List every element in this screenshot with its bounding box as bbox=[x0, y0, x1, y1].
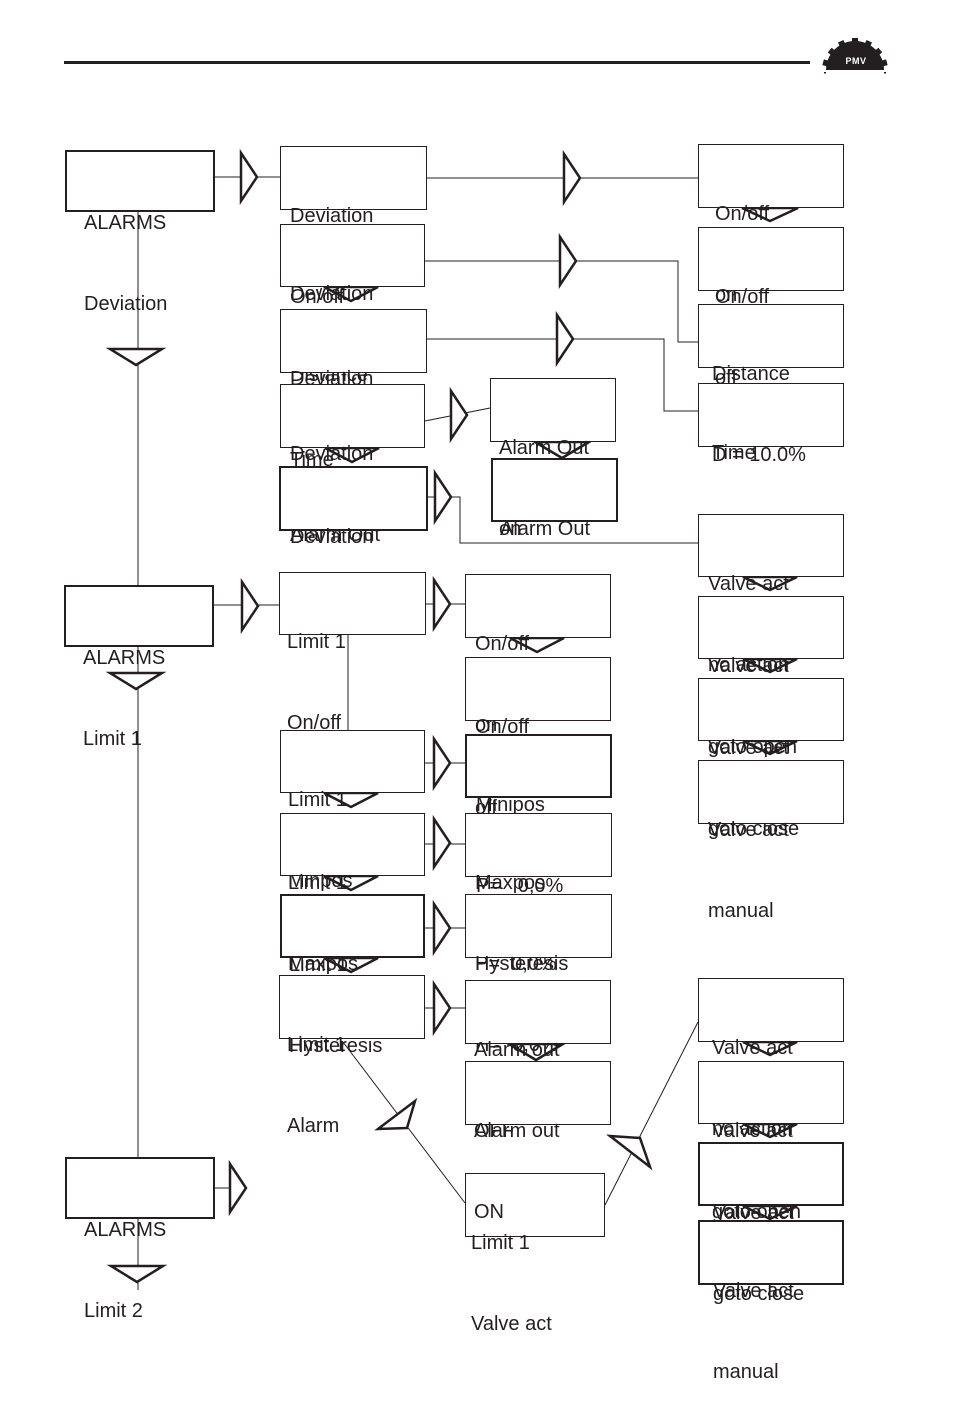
l1-valve-goto-close-box[interactable]: Valve act goto close bbox=[698, 1142, 844, 1305]
dev-alarm-out-off-box[interactable]: Alarm Out off bbox=[491, 458, 618, 621]
box-line-1: Maxpos bbox=[475, 872, 546, 894]
dev-valve-goto-close-box[interactable]: Valve act goto close bbox=[698, 678, 844, 840]
box-line-1: ALARMS bbox=[84, 1219, 167, 1241]
box-line-1: Limit 1 bbox=[288, 789, 347, 811]
l1-hysteresis-value-box[interactable]: Hysteresis H= 0,0% bbox=[465, 894, 612, 1056]
deviation-valve-act-box[interactable]: Deviation Valve act bbox=[279, 466, 428, 629]
arrow-right-icon bbox=[555, 310, 575, 368]
box-line-1: Deviation bbox=[290, 443, 374, 465]
limit1-hysteresis-box[interactable]: Limit 1 Hysteresis bbox=[280, 894, 425, 1057]
limit1-onoff-box[interactable]: Limit 1 On/off bbox=[279, 572, 426, 734]
arrow-right-icon bbox=[228, 1159, 248, 1217]
dev-onoff-off-box[interactable]: On/off off bbox=[698, 227, 844, 389]
arrow-right-icon bbox=[562, 149, 582, 207]
limit1-alarm-box[interactable]: Limit 1 Alarm bbox=[279, 975, 425, 1137]
dev-time-value-box[interactable]: Time T=0.00s bbox=[698, 383, 844, 545]
box-line-2: Limit 2 bbox=[84, 1300, 143, 1322]
limit1-minpos-box[interactable]: Limit 1 Minpos bbox=[280, 730, 425, 892]
arrow-right-icon bbox=[449, 386, 469, 444]
box-line-2: Alarm bbox=[287, 1115, 340, 1137]
deviation-alarm-out-box[interactable]: Deviation Alarm Out bbox=[280, 384, 425, 546]
arrow-right-icon bbox=[239, 148, 259, 206]
alarms-deviation-box[interactable]: ALARMS Deviation bbox=[65, 150, 215, 315]
arrow-right-icon bbox=[558, 232, 578, 290]
box-line-2: Valve act bbox=[471, 1313, 552, 1335]
dev-alarm-out-on-box[interactable]: Alarm Out on bbox=[490, 378, 616, 540]
box-line-1: Valve act bbox=[712, 1037, 793, 1059]
box-line-1: ALARMS bbox=[83, 647, 166, 669]
l1-alarm-off-box[interactable]: Alarm out OFF bbox=[465, 980, 611, 1142]
box-line-1: Valve act bbox=[708, 573, 789, 595]
arrow-down-icon bbox=[105, 347, 167, 367]
alarms-limit1-box[interactable]: ALARMS Limit 1 bbox=[64, 585, 214, 750]
l1-minipos-value-box[interactable]: Minipos P= 0,0% bbox=[465, 734, 612, 897]
box-line-1: Limit 1 bbox=[287, 631, 346, 653]
box-line-1: Alarm out bbox=[474, 1039, 560, 1061]
deviation-onoff-box[interactable]: Deviation On/off bbox=[280, 146, 427, 308]
dev-valve-no-action-box[interactable]: Valve act no action bbox=[698, 514, 844, 676]
l1-valve-goto-open-box[interactable]: Valve act goto open bbox=[698, 1061, 844, 1223]
alarms-limit2-box[interactable]: ALARMS Limit 2 bbox=[65, 1157, 215, 1322]
l1-onoff-off-box[interactable]: On/off off bbox=[465, 657, 611, 819]
limit1-maxpos-box[interactable]: Limit 1 Maxpos bbox=[280, 813, 425, 975]
box-line-1: On/off bbox=[475, 633, 530, 655]
box-line-2: manual bbox=[713, 1361, 779, 1383]
arrow-right-icon bbox=[432, 575, 452, 633]
box-line-2: ON bbox=[474, 1201, 504, 1223]
box-line-1: Alarm out bbox=[474, 1120, 560, 1142]
dev-valve-manual-box[interactable]: Valve act manual bbox=[698, 760, 844, 922]
arrow-right-icon bbox=[433, 468, 453, 526]
dev-onoff-on-box[interactable]: On/off on bbox=[698, 144, 844, 306]
box-line-1: Time bbox=[712, 442, 756, 464]
box-line-2: manual bbox=[708, 900, 774, 922]
connector-line bbox=[604, 1021, 699, 1206]
box-line-1: Limit 1 bbox=[288, 872, 347, 894]
box-line-1: Valve act bbox=[708, 819, 789, 841]
box-line-1: Deviation bbox=[290, 526, 374, 548]
box-line-1: Valve act bbox=[713, 1280, 794, 1302]
l1-valve-manual-box[interactable]: Valve act manual bbox=[698, 1220, 844, 1383]
box-line-2: Limit 1 bbox=[83, 728, 142, 750]
box-line-1: Valve act bbox=[708, 655, 789, 677]
arrow-right-icon bbox=[240, 577, 260, 635]
box-line-1: Valve act bbox=[708, 737, 789, 759]
arrow-right-icon bbox=[432, 979, 452, 1037]
box-line-1: On/off bbox=[715, 203, 770, 225]
box-line-2: Deviation bbox=[84, 293, 168, 315]
box-line-1: Hysteresis bbox=[475, 953, 569, 975]
arrow-right-icon bbox=[432, 814, 452, 872]
l1-maxpos-value-box[interactable]: Maxpos P= 0,0% bbox=[465, 813, 612, 975]
dev-distance-value-box[interactable]: Distance D = 10.0% bbox=[698, 304, 844, 466]
box-line-1: ALARMS bbox=[84, 212, 167, 234]
l1-onoff-on-box[interactable]: On/off on bbox=[465, 574, 611, 736]
deviation-time-box[interactable]: Deviation Time bbox=[280, 309, 427, 471]
l1-valve-no-action-box[interactable]: Valve act no action bbox=[698, 978, 844, 1140]
box-line-1: Valve act bbox=[712, 1120, 793, 1142]
l1-alarm-on-box[interactable]: Alarm out ON bbox=[465, 1061, 611, 1223]
arrow-diagonal-icon bbox=[605, 1134, 653, 1171]
box-line-1: Limit 1 bbox=[287, 1034, 346, 1056]
box-line-1: Alarm Out bbox=[500, 518, 591, 540]
dev-valve-goto-open-box[interactable]: Valve act goto open bbox=[698, 596, 844, 758]
deviation-distance-box[interactable]: Deviation Distance bbox=[280, 224, 425, 386]
arrow-right-icon bbox=[432, 734, 452, 792]
box-line-1: Deviation bbox=[290, 283, 374, 305]
arrow-right-icon bbox=[432, 899, 452, 957]
